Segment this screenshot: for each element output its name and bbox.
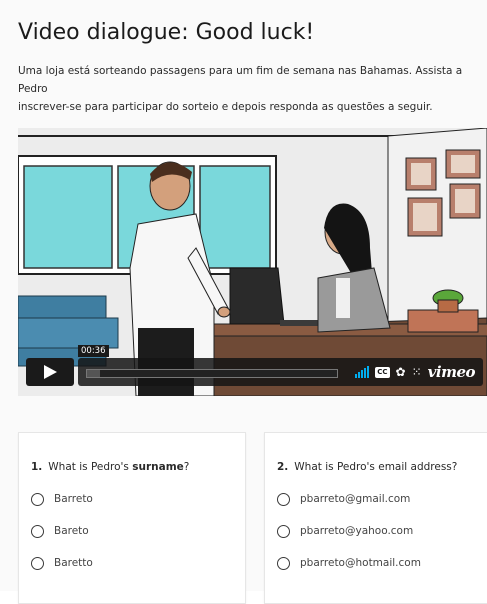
answer-option[interactable]: pbarreto@yahoo.com (277, 521, 413, 541)
video-controls: 00:36 CC ✿ ⁙ vimeo (26, 345, 483, 386)
answer-option[interactable]: pbarreto@gmail.com (277, 489, 410, 509)
answer-option[interactable]: Baretto (31, 553, 93, 573)
answer-label: Barreto (54, 493, 93, 505)
cc-icon[interactable]: CC (375, 366, 390, 378)
question-2-text: 2. What is Pedro's email address? (277, 461, 457, 473)
answer-option[interactable]: Bareto (31, 521, 89, 541)
answer-label: Bareto (54, 525, 89, 537)
radio-button[interactable] (277, 524, 290, 538)
fullscreen-icon[interactable]: ⁙ (412, 366, 422, 378)
page-title: Video dialogue: Good luck! (18, 20, 315, 45)
radio-button[interactable] (31, 556, 44, 570)
radio-button[interactable] (31, 524, 44, 538)
question-number: 1. (31, 461, 43, 473)
radio-button[interactable] (277, 492, 290, 506)
question-text: What is Pedro's email address? (294, 461, 458, 473)
question-card-1: 1. What is Pedro's surname? Barreto Baret… (18, 432, 246, 604)
question-text-end: ? (183, 461, 190, 473)
page: Video dialogue: Good luck! Uma loja está… (0, 0, 487, 604)
video-progress-bar[interactable] (86, 369, 338, 378)
answer-option[interactable]: Barreto (31, 489, 93, 509)
control-icons: CC ✿ ⁙ vimeo (355, 363, 476, 381)
question-1-text: 1. What is Pedro's surname? (31, 461, 189, 473)
volume-icon[interactable] (355, 366, 370, 378)
progress-fill (87, 370, 100, 377)
video-player[interactable]: 00:36 CC ✿ ⁙ vimeo (18, 128, 487, 396)
settings-icon[interactable]: ✿ (396, 366, 406, 378)
answer-option[interactable]: pbarreto@hotmail.com (277, 553, 421, 573)
question-emphasis: surname (132, 461, 184, 473)
radio-button[interactable] (277, 556, 290, 570)
play-button[interactable] (26, 358, 74, 386)
question-text: What is Pedro's (48, 461, 133, 473)
answer-label: pbarreto@yahoo.com (300, 525, 414, 537)
question-number: 2. (277, 461, 289, 473)
answer-label: Baretto (54, 557, 93, 569)
control-bar: CC ✿ ⁙ vimeo (78, 358, 483, 386)
vimeo-logo[interactable]: vimeo (428, 363, 476, 381)
question-card-2: 2. What is Pedro's email address? pbarret… (264, 432, 487, 604)
answer-label: pbarreto@gmail.com (300, 493, 411, 505)
intro-text: Uma loja está sorteando passagens para u… (18, 65, 463, 113)
play-icon (44, 365, 57, 379)
video-timestamp: 00:36 (78, 345, 109, 357)
answer-label: pbarreto@hotmail.com (300, 557, 421, 569)
radio-button[interactable] (31, 492, 44, 506)
